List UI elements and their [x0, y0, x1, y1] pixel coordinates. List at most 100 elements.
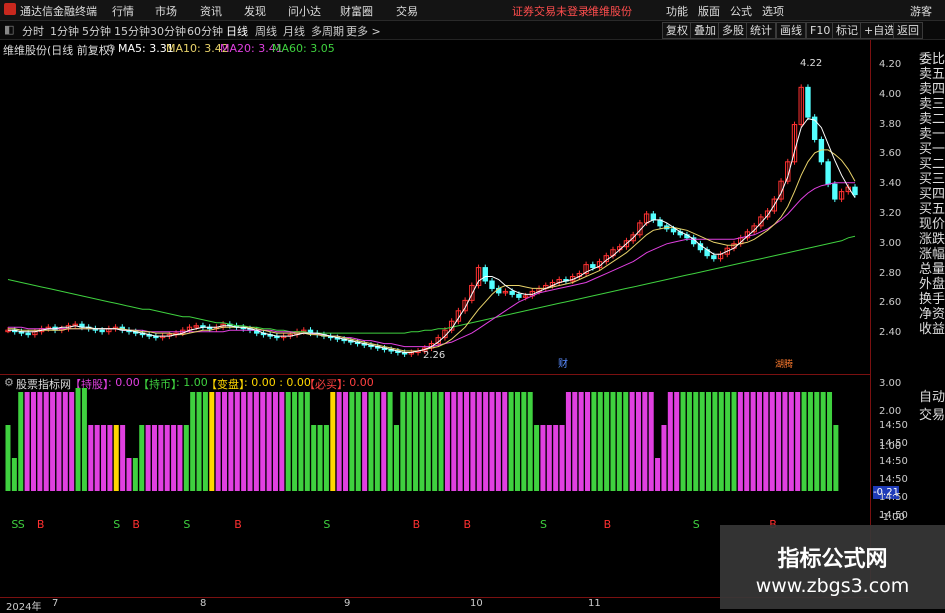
finance-marker[interactable]: 财 — [558, 357, 568, 370]
price-chart-info: 维维股份(日线 前复权) ⚙ MA5: 3.31 MA10: 3.42 MA20… — [0, 40, 870, 57]
current-stock: 维维股份 — [588, 5, 632, 18]
menu-item-trade[interactable]: 交易 — [396, 3, 418, 19]
indicator-bar — [476, 392, 482, 491]
indicator-bar — [502, 392, 508, 491]
indicator-bar — [75, 388, 81, 491]
menu-item-options[interactable]: 选项 — [762, 3, 784, 19]
indicator-bar — [419, 392, 425, 491]
candle-body — [99, 329, 105, 333]
indicator-bar — [330, 392, 336, 491]
indicator-bar — [336, 392, 342, 491]
period-tab-30min[interactable]: 30分钟 — [150, 23, 186, 39]
price-tick-label: 2.40 — [879, 327, 902, 339]
overlay-button[interactable]: 叠加 — [690, 22, 720, 39]
indicator-bar — [56, 392, 62, 491]
price-tick-label: 4.20 — [879, 58, 902, 70]
indicator-bar — [782, 392, 788, 491]
indicator-bar — [355, 392, 361, 491]
period-tab-timeshare[interactable]: 分时 — [22, 23, 44, 39]
indicator-bar — [725, 392, 731, 491]
indicator-bar — [801, 392, 807, 491]
indicator-bar — [464, 392, 470, 491]
indicator-bar — [126, 458, 132, 491]
indicator-bar — [151, 425, 157, 491]
watermark-url: www.zbgs3.com — [755, 575, 910, 597]
price-tick-label: 2.60 — [879, 297, 902, 309]
indicator-bar — [69, 392, 75, 491]
ma60-label: MA60: 3.05 — [272, 42, 335, 55]
indicator-bar — [527, 392, 533, 491]
indicator-bar — [693, 392, 699, 491]
indicator-bar — [553, 425, 559, 491]
period-tab-monthly[interactable]: 月线 — [283, 23, 305, 39]
settings-gear-icon[interactable]: ⚙ — [106, 42, 116, 55]
menu-item-formula[interactable]: 公式 — [730, 3, 752, 19]
f10-button[interactable]: F10 — [806, 22, 835, 39]
indicator-bar — [171, 425, 177, 491]
menu-item-news[interactable]: 资讯 — [200, 3, 222, 19]
menu-item-discover[interactable]: 发现 — [244, 3, 266, 19]
period-tab-multi[interactable]: 多周期 — [311, 23, 344, 39]
app-name: 通达信金融终端 — [20, 5, 97, 18]
period-tab-60min[interactable]: 60分钟 — [187, 23, 223, 39]
indicator-bar — [763, 392, 769, 491]
indicator-bar — [304, 392, 310, 491]
candle-body — [25, 332, 31, 336]
candle-body — [516, 293, 522, 298]
menu-item-function[interactable]: 功能 — [666, 3, 688, 19]
indicator-tick-label: 2.00 — [879, 406, 902, 417]
indicator-bar — [578, 392, 584, 491]
menu-item-wealth[interactable]: 财富圈 — [340, 3, 373, 19]
indicator-bar — [457, 392, 463, 491]
indicator-bar — [94, 425, 100, 491]
buy-signal: B — [413, 518, 421, 531]
indicator-bar — [820, 392, 826, 491]
period-tab-weekly[interactable]: 周线 — [255, 23, 277, 39]
indicator-bar — [674, 392, 680, 491]
multi-stock-button[interactable]: 多股 — [718, 22, 748, 39]
login-notice[interactable]: 证券交易未登录 — [512, 3, 589, 19]
indicator-bar — [279, 392, 285, 491]
statistics-button[interactable]: 统计 — [746, 22, 776, 39]
side-label-trade[interactable]: 交易 — [919, 404, 945, 423]
indicator-bar — [177, 425, 183, 491]
sell-signal: S — [323, 518, 330, 531]
candle-body — [650, 213, 657, 221]
guest-label[interactable]: 游客 — [910, 3, 932, 19]
candle-body — [482, 267, 488, 282]
back-button[interactable]: 返回 — [893, 22, 923, 39]
indicator-bar — [413, 392, 419, 491]
candle-body — [832, 183, 838, 200]
period-tab-daily[interactable]: 日线 — [226, 23, 248, 39]
indicator-bar — [680, 392, 686, 491]
buy-signal: B — [604, 518, 612, 531]
side-label-auto[interactable]: 自动 — [919, 386, 945, 405]
draw-line-button[interactable]: 画线 — [776, 22, 806, 39]
period-tab-more[interactable]: 更多 > — [346, 23, 381, 39]
period-tab-1min[interactable]: 1分钟 — [50, 23, 79, 39]
menu-item-quotes[interactable]: 行情 — [112, 3, 134, 19]
menu-item-ask[interactable]: 问小达 — [288, 3, 321, 19]
indicator-bar — [629, 392, 635, 491]
indicator-bar — [164, 425, 170, 491]
indicator-bar — [253, 392, 259, 491]
collapse-icon[interactable]: ◧ — [4, 23, 14, 36]
indicator-bar — [37, 392, 43, 491]
side-label[interactable]: 收益 — [919, 318, 945, 337]
candle-body — [509, 290, 515, 295]
period-tab-15min[interactable]: 15分钟 — [114, 23, 150, 39]
menu-item-layout[interactable]: 版面 — [698, 3, 720, 19]
menu-item-market[interactable]: 市场 — [155, 3, 177, 19]
indicator-bar — [712, 392, 718, 491]
indicator-bar — [642, 392, 648, 491]
mark-button[interactable]: 标记 — [832, 22, 862, 39]
candle-body — [590, 264, 596, 269]
period-tab-5min[interactable]: 5分钟 — [82, 23, 111, 39]
adjust-button[interactable]: 复权 — [662, 22, 692, 39]
indicator-bar — [241, 392, 247, 491]
price-tick-label: 4.00 — [879, 88, 902, 100]
candlestick-chart[interactable]: 4.22 2.26 财 湖腾 — [0, 56, 870, 374]
event-marker[interactable]: 湖腾 — [775, 358, 793, 370]
indicator-bar — [814, 392, 820, 491]
indicator-bar — [572, 392, 578, 491]
